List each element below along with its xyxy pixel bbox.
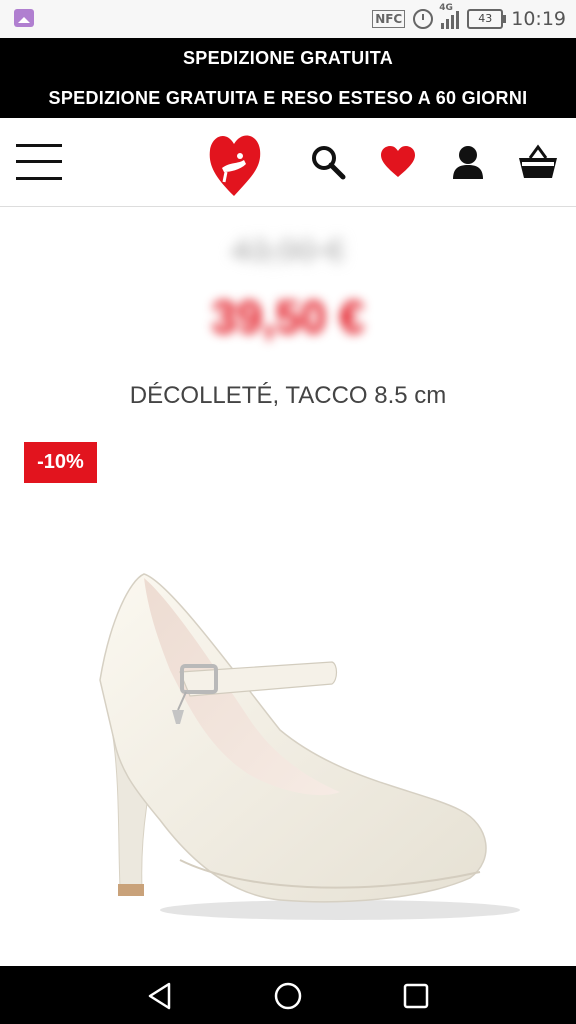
- account-icon[interactable]: [448, 142, 488, 182]
- promo-line-2: SPEDIZIONE GRATUITA E RESO ESTESO A 60 G…: [48, 88, 528, 108]
- nfc-icon: NFC: [372, 10, 406, 28]
- status-time: 10:19: [511, 8, 566, 30]
- system-navigation-bar: [0, 966, 576, 1024]
- promo-line-1: SPEDIZIONE GRATUITA: [182, 48, 394, 68]
- discount-badge: -10%: [24, 442, 97, 483]
- cart-basket-icon[interactable]: [518, 142, 558, 182]
- home-icon[interactable]: [268, 976, 308, 1016]
- old-price: 43,90 €: [231, 232, 345, 270]
- signal-icon: 4G: [439, 3, 460, 29]
- battery-icon: 43: [467, 9, 507, 29]
- wishlist-heart-icon[interactable]: [378, 142, 418, 182]
- logo-heart-icon[interactable]: [206, 126, 262, 198]
- recents-icon[interactable]: [396, 976, 436, 1016]
- header-actions: [308, 142, 558, 182]
- current-price: 39,50 €: [211, 291, 365, 343]
- gallery-icon: [14, 9, 34, 27]
- product-title: DÉCOLLETÉ, TACCO 8.5 cm: [129, 382, 447, 409]
- alarm-icon: [413, 9, 434, 29]
- status-bar: NFC 4G 43 10:19: [0, 0, 576, 38]
- menu-icon[interactable]: [16, 144, 62, 180]
- site-header: [0, 118, 576, 207]
- back-icon[interactable]: [140, 976, 180, 1016]
- status-icons: NFC 4G 43 10:19: [372, 3, 566, 32]
- search-icon[interactable]: [308, 142, 348, 182]
- product-image[interactable]: [40, 560, 540, 930]
- network-type: 4G: [439, 3, 453, 13]
- promo-banner[interactable]: SPEDIZIONE GRATUITA SPEDIZIONE GRATUITA …: [0, 38, 576, 118]
